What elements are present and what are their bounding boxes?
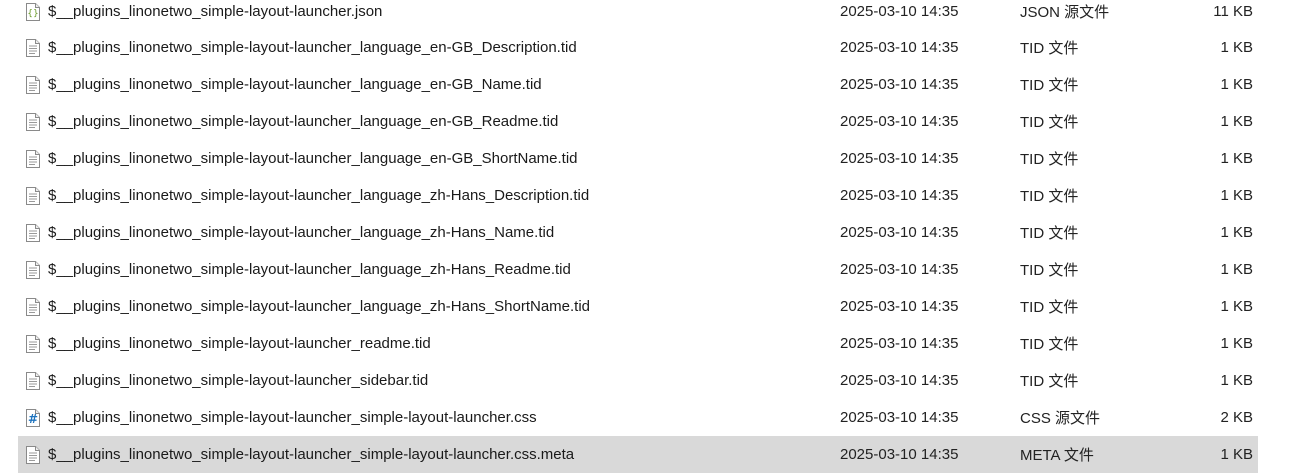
- file-type: TID 文件: [1020, 188, 1079, 205]
- text-file-icon: [25, 75, 41, 94]
- file-row[interactable]: $__plugins_linonetwo_simple-layout-launc…: [18, 325, 1258, 362]
- file-type: TID 文件: [1020, 77, 1079, 94]
- file-name: $__plugins_linonetwo_simple-layout-launc…: [48, 372, 429, 389]
- text-file-icon: [25, 112, 41, 131]
- file-date-modified: 2025-03-10 14:35: [840, 261, 959, 278]
- json-file-icon: {}: [25, 2, 41, 21]
- file-date-modified: 2025-03-10 14:35: [840, 150, 959, 167]
- file-type: META 文件: [1020, 447, 1094, 464]
- svg-text:{}: {}: [27, 9, 38, 19]
- file-row[interactable]: $__plugins_linonetwo_simple-layout-launc…: [18, 362, 1258, 399]
- file-date-modified: 2025-03-10 14:35: [840, 187, 959, 204]
- file-size: 1 KB: [1220, 39, 1253, 56]
- file-size: 1 KB: [1220, 113, 1253, 130]
- file-type: TID 文件: [1020, 40, 1079, 57]
- file-date-modified: 2025-03-10 14:35: [840, 409, 959, 426]
- file-row[interactable]: $__plugins_linonetwo_simple-layout-launc…: [18, 214, 1258, 251]
- text-file-icon: [25, 371, 41, 390]
- file-size: 1 KB: [1220, 298, 1253, 315]
- css-file-icon: #: [25, 408, 41, 427]
- file-row[interactable]: $__plugins_linonetwo_simple-layout-launc…: [18, 103, 1258, 140]
- file-name: $__plugins_linonetwo_simple-layout-launc…: [48, 335, 431, 352]
- file-name: $__plugins_linonetwo_simple-layout-launc…: [48, 409, 537, 426]
- file-type: TID 文件: [1020, 225, 1079, 242]
- file-row[interactable]: $__plugins_linonetwo_simple-layout-launc…: [18, 251, 1258, 288]
- file-row[interactable]: $__plugins_linonetwo_simple-layout-launc…: [18, 436, 1258, 473]
- file-name: $__plugins_linonetwo_simple-layout-launc…: [48, 113, 559, 130]
- file-date-modified: 2025-03-10 14:35: [840, 372, 959, 389]
- file-type: TID 文件: [1020, 336, 1079, 353]
- file-size: 1 KB: [1220, 335, 1253, 352]
- file-date-modified: 2025-03-10 14:35: [840, 298, 959, 315]
- file-date-modified: 2025-03-10 14:35: [840, 39, 959, 56]
- file-row[interactable]: $__plugins_linonetwo_simple-layout-launc…: [18, 140, 1258, 177]
- file-size: 2 KB: [1220, 409, 1253, 426]
- file-type: TID 文件: [1020, 262, 1079, 279]
- file-type: TID 文件: [1020, 373, 1079, 390]
- file-name: $__plugins_linonetwo_simple-layout-launc…: [48, 187, 590, 204]
- file-date-modified: 2025-03-10 14:35: [840, 113, 959, 130]
- file-date-modified: 2025-03-10 14:35: [840, 335, 959, 352]
- file-name: $__plugins_linonetwo_simple-layout-launc…: [48, 39, 577, 56]
- text-file-icon: [25, 38, 41, 57]
- file-size: 1 KB: [1220, 187, 1253, 204]
- file-name: $__plugins_linonetwo_simple-layout-launc…: [48, 224, 555, 241]
- file-size: 1 KB: [1220, 446, 1253, 463]
- file-row[interactable]: $__plugins_linonetwo_simple-layout-launc…: [18, 66, 1258, 103]
- file-row[interactable]: $__plugins_linonetwo_simple-layout-launc…: [18, 29, 1258, 66]
- file-type: TID 文件: [1020, 299, 1079, 316]
- file-type: TID 文件: [1020, 151, 1079, 168]
- file-type: CSS 源文件: [1020, 410, 1101, 427]
- file-date-modified: 2025-03-10 14:35: [840, 446, 959, 463]
- file-size: 1 KB: [1220, 224, 1253, 241]
- file-name: $__plugins_linonetwo_simple-layout-launc…: [48, 261, 571, 278]
- file-row[interactable]: $__plugins_linonetwo_simple-layout-launc…: [18, 288, 1258, 325]
- file-name: $__plugins_linonetwo_simple-layout-launc…: [48, 298, 591, 315]
- file-size: 1 KB: [1220, 261, 1253, 278]
- svg-text:#: #: [28, 412, 38, 426]
- file-list: {} $__plugins_linonetwo_simple-layout-lau…: [0, 0, 1297, 476]
- file-date-modified: 2025-03-10 14:35: [840, 3, 959, 20]
- file-size: 1 KB: [1220, 372, 1253, 389]
- file-row[interactable]: {} $__plugins_linonetwo_simple-layout-lau…: [18, 0, 1258, 30]
- file-name: $__plugins_linonetwo_simple-layout-launc…: [48, 446, 575, 463]
- file-name: $__plugins_linonetwo_simple-layout-launc…: [48, 150, 578, 167]
- file-date-modified: 2025-03-10 14:35: [840, 76, 959, 93]
- file-size: 1 KB: [1220, 150, 1253, 167]
- text-file-icon: [25, 186, 41, 205]
- file-name: $__plugins_linonetwo_simple-layout-launc…: [48, 76, 542, 93]
- file-size: 1 KB: [1220, 76, 1253, 93]
- text-file-icon: [25, 334, 41, 353]
- file-type: TID 文件: [1020, 114, 1079, 131]
- text-file-icon: [25, 149, 41, 168]
- text-file-icon: [25, 297, 41, 316]
- file-name: $__plugins_linonetwo_simple-layout-launc…: [48, 3, 383, 20]
- text-file-icon: [25, 260, 41, 279]
- file-row[interactable]: # $__plugins_linonetwo_simple-layout-laun…: [18, 399, 1258, 436]
- file-row[interactable]: $__plugins_linonetwo_simple-layout-launc…: [18, 177, 1258, 214]
- file-size: 11 KB: [1213, 3, 1253, 20]
- file-type: JSON 源文件: [1020, 4, 1110, 21]
- file-date-modified: 2025-03-10 14:35: [840, 224, 959, 241]
- text-file-icon: [25, 445, 41, 464]
- text-file-icon: [25, 223, 41, 242]
